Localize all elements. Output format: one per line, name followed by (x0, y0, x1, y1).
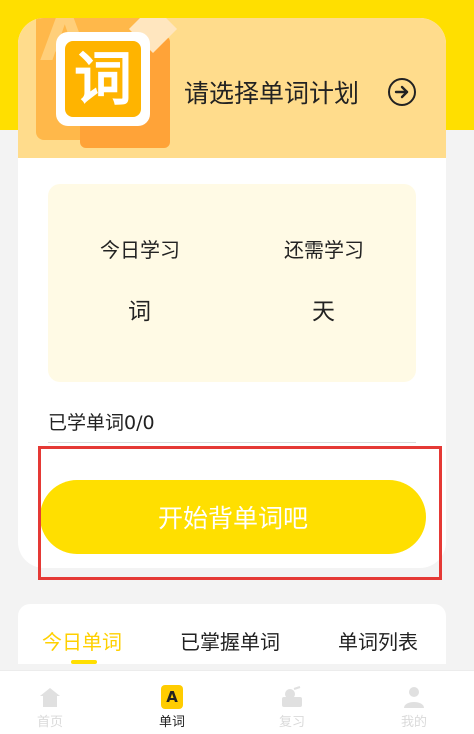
word-tabs: 今日单词 已掌握单词 单词列表 (18, 604, 446, 664)
tab-word-list[interactable]: 单词列表 (338, 626, 418, 655)
home-icon (40, 688, 60, 707)
arrow-right-icon[interactable] (388, 78, 416, 106)
nav-words[interactable]: A 单词 (122, 671, 222, 734)
nav-review-label: 复习 (278, 715, 305, 730)
plan-header[interactable]: A 词 请选择单词计划 (18, 18, 446, 158)
nav-profile[interactable]: 我的 (364, 671, 464, 734)
stats-panel: 今日学习 词 还需学习 天 (48, 184, 416, 382)
remaining-study-label: 还需学习 (284, 238, 364, 262)
word-icon: A (161, 685, 183, 709)
word-logo: 词 (56, 32, 150, 126)
select-plan-title[interactable]: 请选择单词计划 (184, 74, 359, 110)
nav-profile-label: 我的 (400, 715, 427, 730)
tab-today-words[interactable]: 今日单词 (42, 626, 122, 655)
nav-review[interactable]: 复习 (242, 671, 342, 734)
nav-home-label: 首页 (36, 715, 63, 730)
nav-words-label: 单词 (158, 715, 185, 730)
divider (48, 442, 416, 443)
bottom-nav: 首页 A 单词 复习 我的 (0, 670, 474, 734)
word-logo-char: 词 (65, 41, 141, 117)
remaining-study-value: 天 (312, 299, 335, 325)
active-tab-indicator (71, 660, 97, 664)
learned-words-count: 已学单词0/0 (48, 412, 155, 434)
nav-home[interactable]: 首页 (0, 671, 100, 734)
highlight-annotation (38, 446, 442, 580)
tab-mastered-words[interactable]: 已掌握单词 (180, 626, 280, 655)
review-icon (282, 686, 302, 707)
profile-icon (404, 687, 424, 708)
today-study-label: 今日学习 (100, 238, 180, 262)
today-study-value: 词 (128, 299, 151, 325)
